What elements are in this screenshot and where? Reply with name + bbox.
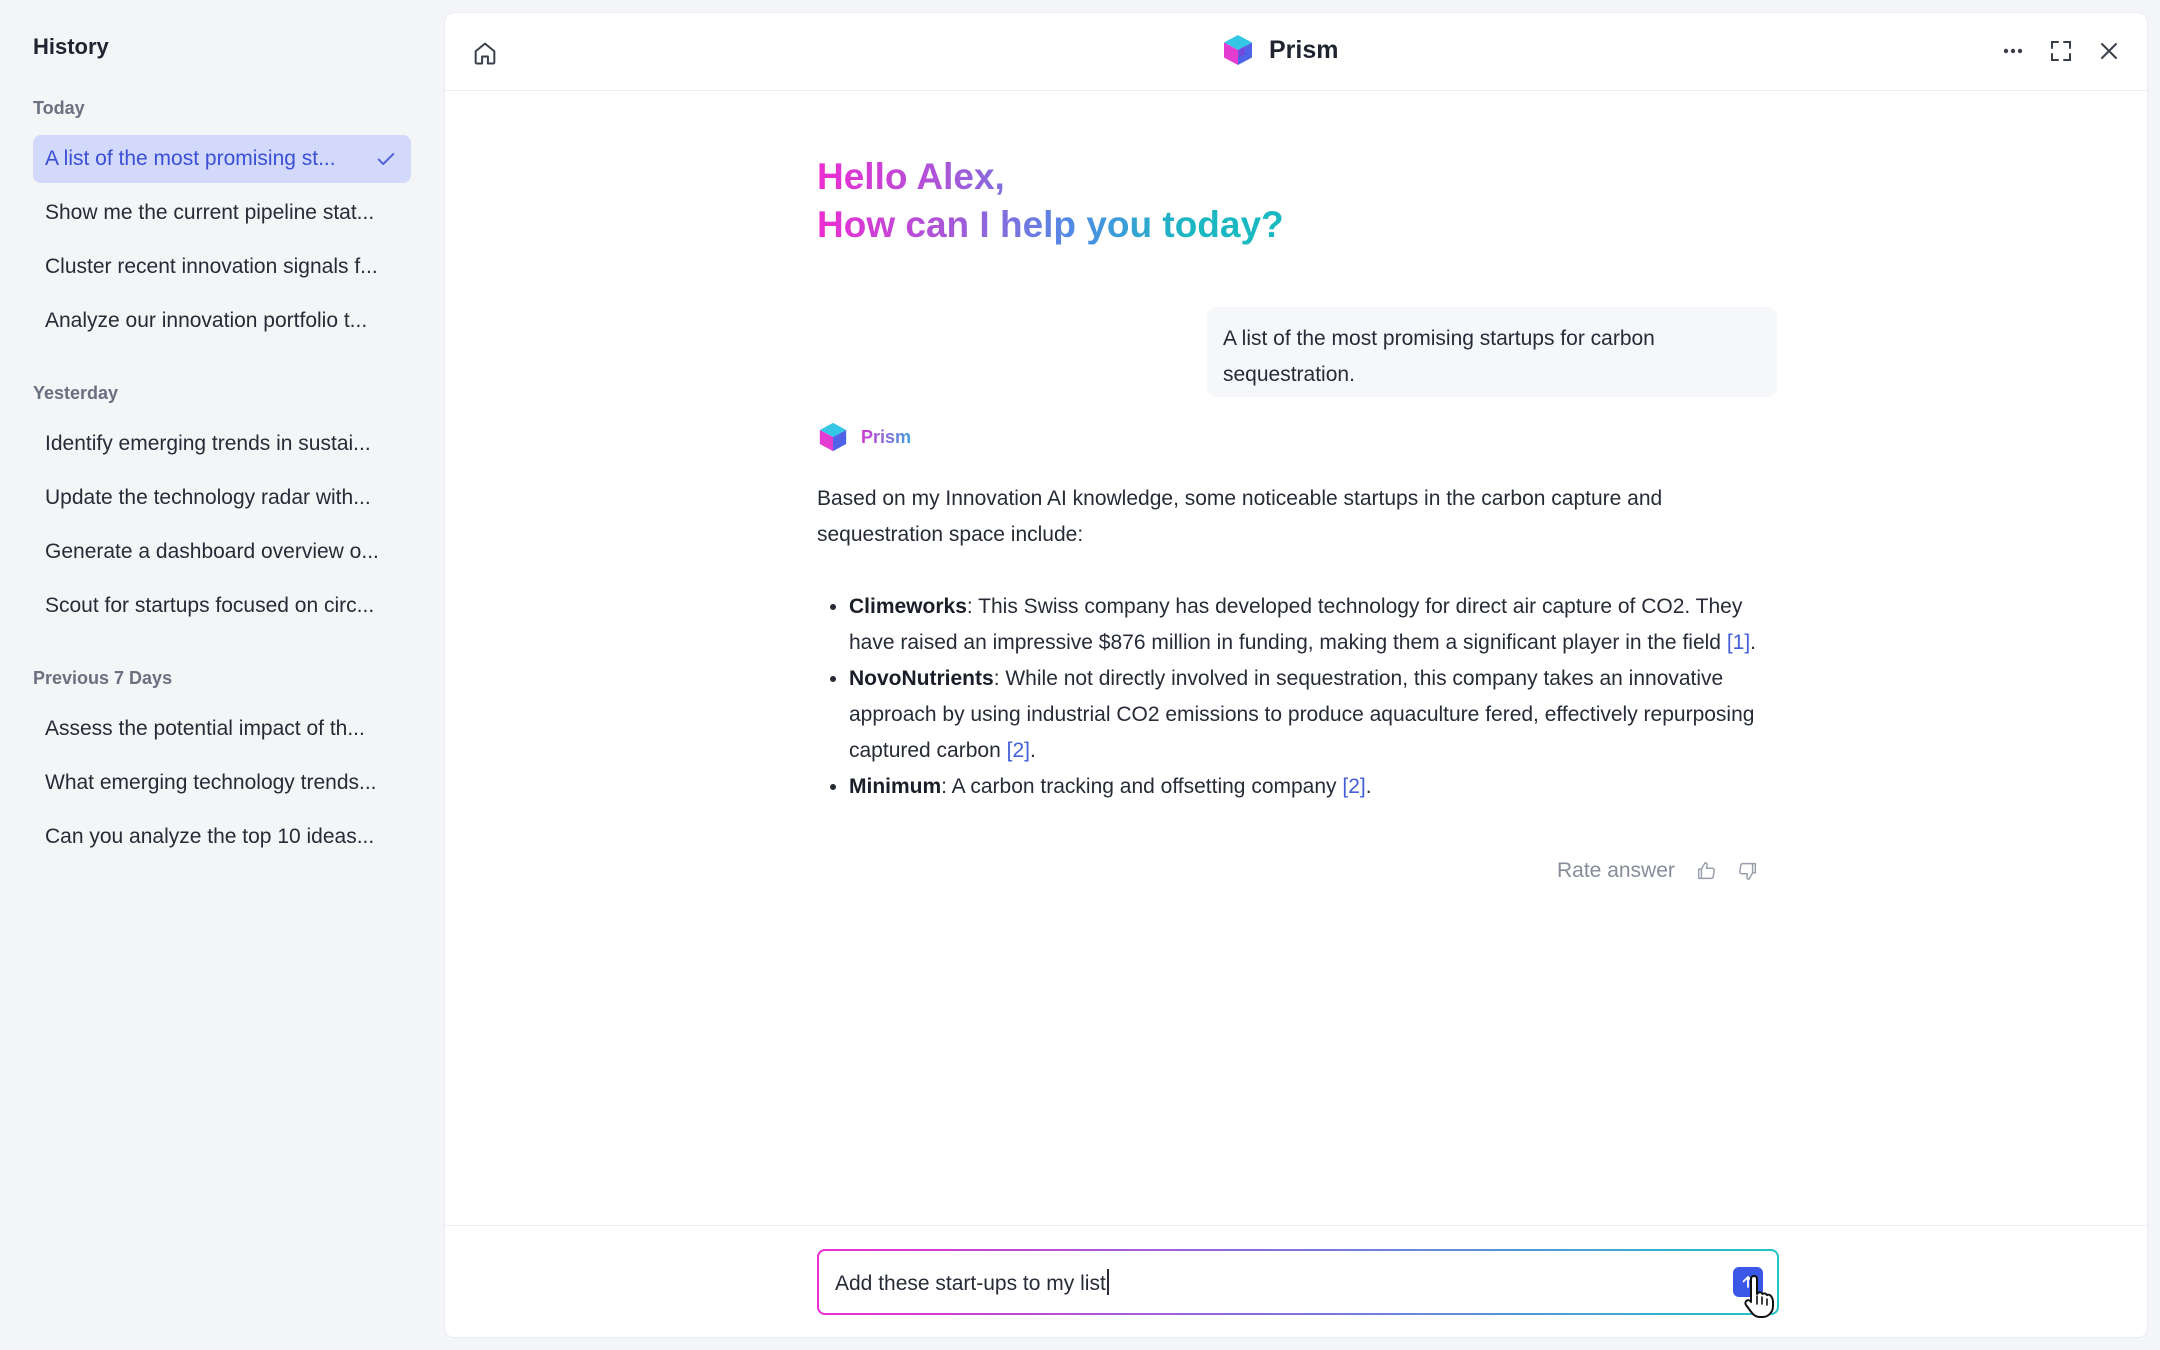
list-item: Minimum: A carbon tracking and offsettin… xyxy=(849,769,1787,805)
history-item[interactable]: Can you analyze the top 10 ideas... xyxy=(33,813,411,861)
sidebar-title: History xyxy=(33,34,109,59)
user-message: A list of the most promising startups fo… xyxy=(1207,307,1777,397)
startup-name: Minimum xyxy=(849,775,942,798)
history-item[interactable]: Scout for startups focused on circ... xyxy=(33,582,411,630)
history-item-label: Can you analyze the top 10 ideas... xyxy=(45,825,375,848)
group-label-yesterday: Yesterday xyxy=(33,383,119,403)
composer-divider xyxy=(445,1225,2147,1226)
list-item: NovoNutrients: While not directly involv… xyxy=(849,661,1787,769)
history-item[interactable]: Update the technology radar with... xyxy=(33,474,411,522)
startup-description: : This Swiss company has developed techn… xyxy=(849,595,1743,654)
message-input-value: Add these start-ups to my list xyxy=(835,1271,1106,1295)
list-item: Climeworks: This Swiss company has devel… xyxy=(849,589,1787,661)
history-sidebar: History Today A list of the most promisi… xyxy=(0,0,444,1350)
prism-logo-icon xyxy=(1224,35,1252,65)
history-item[interactable]: Show me the current pipeline stat... xyxy=(33,189,411,237)
top-bar: Prism xyxy=(445,13,2147,91)
history-item-label: A list of the most promising st... xyxy=(45,147,336,170)
thumbs-down-icon[interactable] xyxy=(1737,860,1759,882)
history-item[interactable]: Cluster recent innovation signals f... xyxy=(33,243,411,291)
startup-description: : A carbon tracking and offsetting compa… xyxy=(941,775,1343,798)
hand-pointer-icon xyxy=(1744,1275,1774,1318)
bot-name: Prism xyxy=(861,426,912,447)
more-horizontal-icon[interactable] xyxy=(1999,37,2027,65)
bot-message: Based on my Innovation AI knowledge, som… xyxy=(817,481,1787,805)
history-item-label: Generate a dashboard overview o... xyxy=(45,540,379,563)
punctuation: . xyxy=(1365,775,1372,798)
home-icon[interactable] xyxy=(471,39,499,67)
history-item[interactable]: What emerging technology trends... xyxy=(33,759,411,807)
history-item-label: Identify emerging trends in sustai... xyxy=(45,432,371,455)
bot-message-header: Prism xyxy=(817,421,911,453)
startup-name: NovoNutrients xyxy=(849,667,994,690)
rate-answer-label: Rate answer xyxy=(1557,859,1675,882)
group-label-previous-7-days: Previous 7 Days xyxy=(33,668,173,688)
citation-link[interactable]: [1] xyxy=(1727,631,1750,654)
startup-name: Climeworks xyxy=(849,595,967,618)
citation-link[interactable]: [2] xyxy=(1007,739,1030,762)
message-composer[interactable]: Add these start-ups to my list xyxy=(817,1249,1779,1315)
check-icon xyxy=(377,153,395,165)
history-item-label: Scout for startups focused on circ... xyxy=(45,594,375,617)
greeting-line-2: How can I help you today? xyxy=(817,204,1284,245)
thumbs-up-icon[interactable] xyxy=(1695,860,1717,882)
group-label-today: Today xyxy=(33,98,85,118)
startup-list: Climeworks: This Swiss company has devel… xyxy=(817,589,1787,805)
app-title: Prism xyxy=(1269,35,1339,64)
app-brand: Prism xyxy=(1221,33,1338,67)
history-item-label: Cluster recent innovation signals f... xyxy=(45,255,378,278)
text-caret xyxy=(1106,1268,1109,1295)
prism-avatar-icon xyxy=(819,422,847,452)
history-item[interactable]: Identify emerging trends in sustai... xyxy=(33,420,411,468)
history-item[interactable]: Assess the potential impact of th... xyxy=(33,705,411,753)
citation-link[interactable]: [2] xyxy=(1342,775,1365,798)
history-item-label: Show me the current pipeline stat... xyxy=(45,201,375,224)
window-actions xyxy=(1999,37,2123,65)
history-item[interactable]: A list of the most promising st... xyxy=(33,135,411,183)
greeting: Hello Alex, How can I help you today? xyxy=(817,153,1284,249)
close-icon[interactable] xyxy=(2095,37,2123,65)
punctuation: . xyxy=(1750,631,1757,654)
history-item[interactable]: Generate a dashboard overview o... xyxy=(33,528,411,576)
greeting-line-1: Hello Alex, xyxy=(817,156,1005,197)
history-item-label: Assess the potential impact of th... xyxy=(45,717,365,740)
history-item-label: What emerging technology trends... xyxy=(45,771,377,794)
message-input[interactable]: Add these start-ups to my list xyxy=(835,1268,1733,1296)
bot-intro: Based on my Innovation AI knowledge, som… xyxy=(817,487,1663,546)
rate-answer: Rate answer xyxy=(1557,859,1759,883)
composer-field[interactable]: Add these start-ups to my list xyxy=(819,1251,1777,1313)
history-item-label: Update the technology radar with... xyxy=(45,486,371,509)
chat-panel: Prism Hello Alex, How can I help you tod… xyxy=(444,12,2148,1338)
history-item[interactable]: Analyze our innovation portfolio t... xyxy=(33,297,411,345)
punctuation: . xyxy=(1029,739,1036,762)
expand-icon[interactable] xyxy=(2047,37,2075,65)
history-item-label: Analyze our innovation portfolio t... xyxy=(45,309,368,332)
